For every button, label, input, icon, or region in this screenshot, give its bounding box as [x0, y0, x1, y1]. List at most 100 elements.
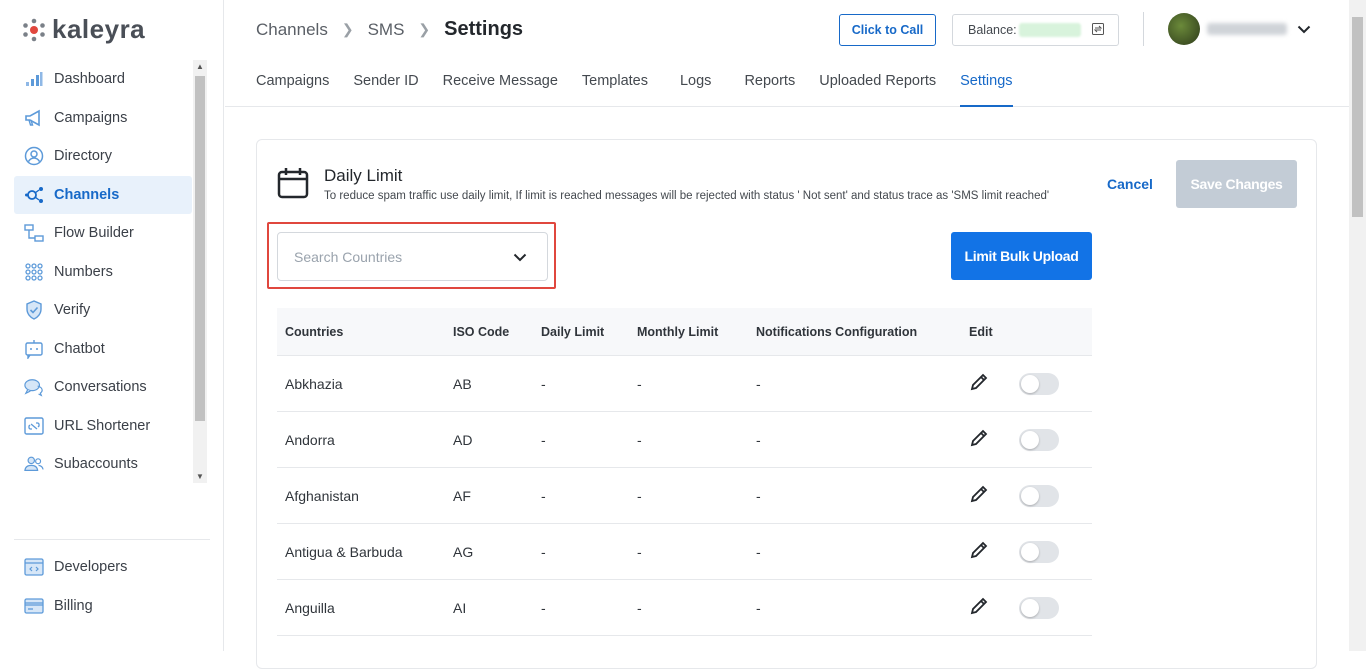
country-cell: Abkhazia: [285, 375, 343, 392]
daily-limit-cell: -: [541, 431, 546, 448]
dial-pad-icon: [24, 262, 44, 282]
chevron-right-icon: ❯: [418, 21, 431, 37]
iso-cell: AD: [453, 431, 473, 448]
balance-label: Balance:: [968, 23, 1017, 37]
sidebar-item-label: URL Shortener: [54, 417, 151, 434]
pencil-icon[interactable]: [969, 540, 989, 563]
sidebar-item-campaigns[interactable]: Campaigns: [14, 99, 192, 138]
table-row: Andorra AD - - -: [277, 412, 1092, 468]
table-row: Antigua & Barbuda AG - - -: [277, 524, 1092, 580]
page-scrollbar[interactable]: [1349, 0, 1366, 651]
sidebar-item-label: Flow Builder: [54, 225, 134, 242]
search-countries-dropdown[interactable]: Search Countries: [277, 232, 548, 281]
iso-cell: AG: [453, 543, 474, 560]
sidebar-item-label: Campaigns: [54, 109, 128, 126]
breadcrumb-channels[interactable]: Channels: [256, 20, 328, 40]
kaleyra-logo-icon: [23, 18, 45, 41]
pencil-icon[interactable]: [969, 372, 989, 395]
iso-cell: AB: [453, 375, 472, 392]
scroll-down-icon[interactable]: ▼: [196, 472, 204, 481]
sidebar-item-verify[interactable]: Verify: [14, 291, 192, 330]
tab-sender-id[interactable]: Sender ID: [353, 60, 418, 107]
tab-reports[interactable]: Reports: [744, 60, 795, 107]
sidebar-scroll-thumb[interactable]: [195, 76, 205, 421]
sidebar-item-numbers[interactable]: Numbers: [14, 253, 192, 292]
sidebar-item-developers[interactable]: Developers: [14, 548, 192, 587]
user-circle-icon: [24, 146, 44, 166]
table-row: Anguilla AI - - -: [277, 580, 1092, 636]
monthly-limit-cell: -: [637, 375, 642, 392]
tab-uploaded-reports[interactable]: Uploaded Reports: [819, 60, 936, 107]
table-row: Afghanistan AF - - -: [277, 468, 1092, 524]
scroll-up-icon[interactable]: ▲: [196, 62, 204, 71]
sidebar-item-label: Numbers: [54, 263, 113, 280]
refresh-icon[interactable]: [1091, 22, 1105, 39]
pencil-icon[interactable]: [969, 596, 989, 619]
cancel-button[interactable]: Cancel: [1107, 176, 1153, 192]
notifications-cell: -: [756, 431, 761, 448]
sidebar-bottom-nav: Developers Billing: [14, 548, 192, 625]
tab-logs[interactable]: Logs: [680, 60, 711, 107]
enable-toggle[interactable]: [1019, 428, 1059, 451]
tab-campaigns[interactable]: Campaigns: [256, 60, 329, 107]
sidebar-item-subaccounts[interactable]: Subaccounts: [14, 445, 192, 484]
chevron-down-icon[interactable]: [513, 249, 527, 265]
tab-receive-message[interactable]: Receive Message: [443, 60, 558, 107]
enable-toggle[interactable]: [1019, 596, 1059, 619]
table-header: Countries ISO Code Daily Limit Monthly L…: [277, 308, 1092, 356]
column-header-countries: Countries: [285, 324, 344, 339]
sidebar-item-channels[interactable]: Channels: [14, 175, 192, 214]
sidebar-item-label: Verify: [54, 302, 91, 319]
notifications-cell: -: [756, 375, 761, 392]
enable-toggle[interactable]: [1019, 484, 1059, 507]
sidebar: kaleyra Dashboard Campaigns Directory Ch…: [0, 0, 224, 651]
avatar[interactable]: [1168, 13, 1200, 45]
sidebar-item-conversations[interactable]: Conversations: [14, 368, 192, 407]
logo[interactable]: kaleyra: [22, 14, 145, 45]
sidebar-item-label: Dashboard: [54, 71, 125, 88]
daily-limit-cell: -: [541, 487, 546, 504]
sidebar-item-dashboard[interactable]: Dashboard: [14, 60, 192, 99]
tab-settings[interactable]: Settings: [960, 60, 1013, 107]
sidebar-item-billing[interactable]: Billing: [14, 587, 192, 626]
column-header-daily: Daily Limit: [541, 324, 605, 339]
sidebar-item-flow-builder[interactable]: Flow Builder: [14, 214, 192, 253]
search-placeholder: Search Countries: [294, 248, 403, 265]
click-to-call-button[interactable]: Click to Call: [839, 14, 936, 46]
notifications-cell: -: [756, 487, 761, 504]
brand-name: kaleyra: [52, 14, 146, 44]
sidebar-item-label: Chatbot: [54, 340, 105, 357]
column-header-iso: ISO Code: [453, 324, 510, 339]
enable-toggle[interactable]: [1019, 540, 1059, 563]
breadcrumb-sms[interactable]: SMS: [368, 20, 405, 40]
sidebar-item-url-shortener[interactable]: URL Shortener: [14, 407, 192, 446]
card-title: Daily Limit: [324, 166, 403, 185]
limit-bulk-upload-button[interactable]: Limit Bulk Upload: [951, 232, 1092, 280]
sidebar-item-label: Conversations: [54, 379, 147, 396]
enable-toggle[interactable]: [1019, 372, 1059, 395]
monthly-limit-cell: -: [637, 543, 642, 560]
sidebar-item-chatbot[interactable]: Chatbot: [14, 330, 192, 369]
monthly-limit-cell: -: [637, 431, 642, 448]
save-changes-button[interactable]: Save Changes: [1176, 160, 1297, 208]
countries-table: Countries ISO Code Daily Limit Monthly L…: [277, 308, 1092, 636]
tab-templates[interactable]: Templates: [582, 60, 648, 107]
tab-bar: Campaigns Sender ID Receive Message Temp…: [256, 60, 1037, 107]
daily-limit-cell: -: [541, 599, 546, 616]
balance-value-redacted: [1018, 23, 1081, 37]
header-divider: [1143, 12, 1144, 46]
megaphone-icon: [24, 108, 44, 128]
pencil-icon[interactable]: [969, 428, 989, 451]
user-name-redacted[interactable]: [1207, 23, 1287, 35]
pencil-icon[interactable]: [969, 484, 989, 507]
sidebar-item-directory[interactable]: Directory: [14, 137, 192, 176]
page-scroll-thumb[interactable]: [1352, 17, 1363, 217]
daily-limit-card: Daily Limit To reduce spam traffic use d…: [256, 139, 1317, 669]
sidebar-scrollbar[interactable]: ▲ ▼: [193, 60, 207, 483]
shield-check-icon: [24, 300, 44, 321]
sidebar-item-label: Channels: [54, 186, 120, 203]
sidebar-item-label: Billing: [54, 597, 93, 614]
column-header-monthly: Monthly Limit: [637, 324, 719, 339]
chevron-down-icon[interactable]: [1297, 21, 1311, 39]
notifications-cell: -: [756, 599, 761, 616]
